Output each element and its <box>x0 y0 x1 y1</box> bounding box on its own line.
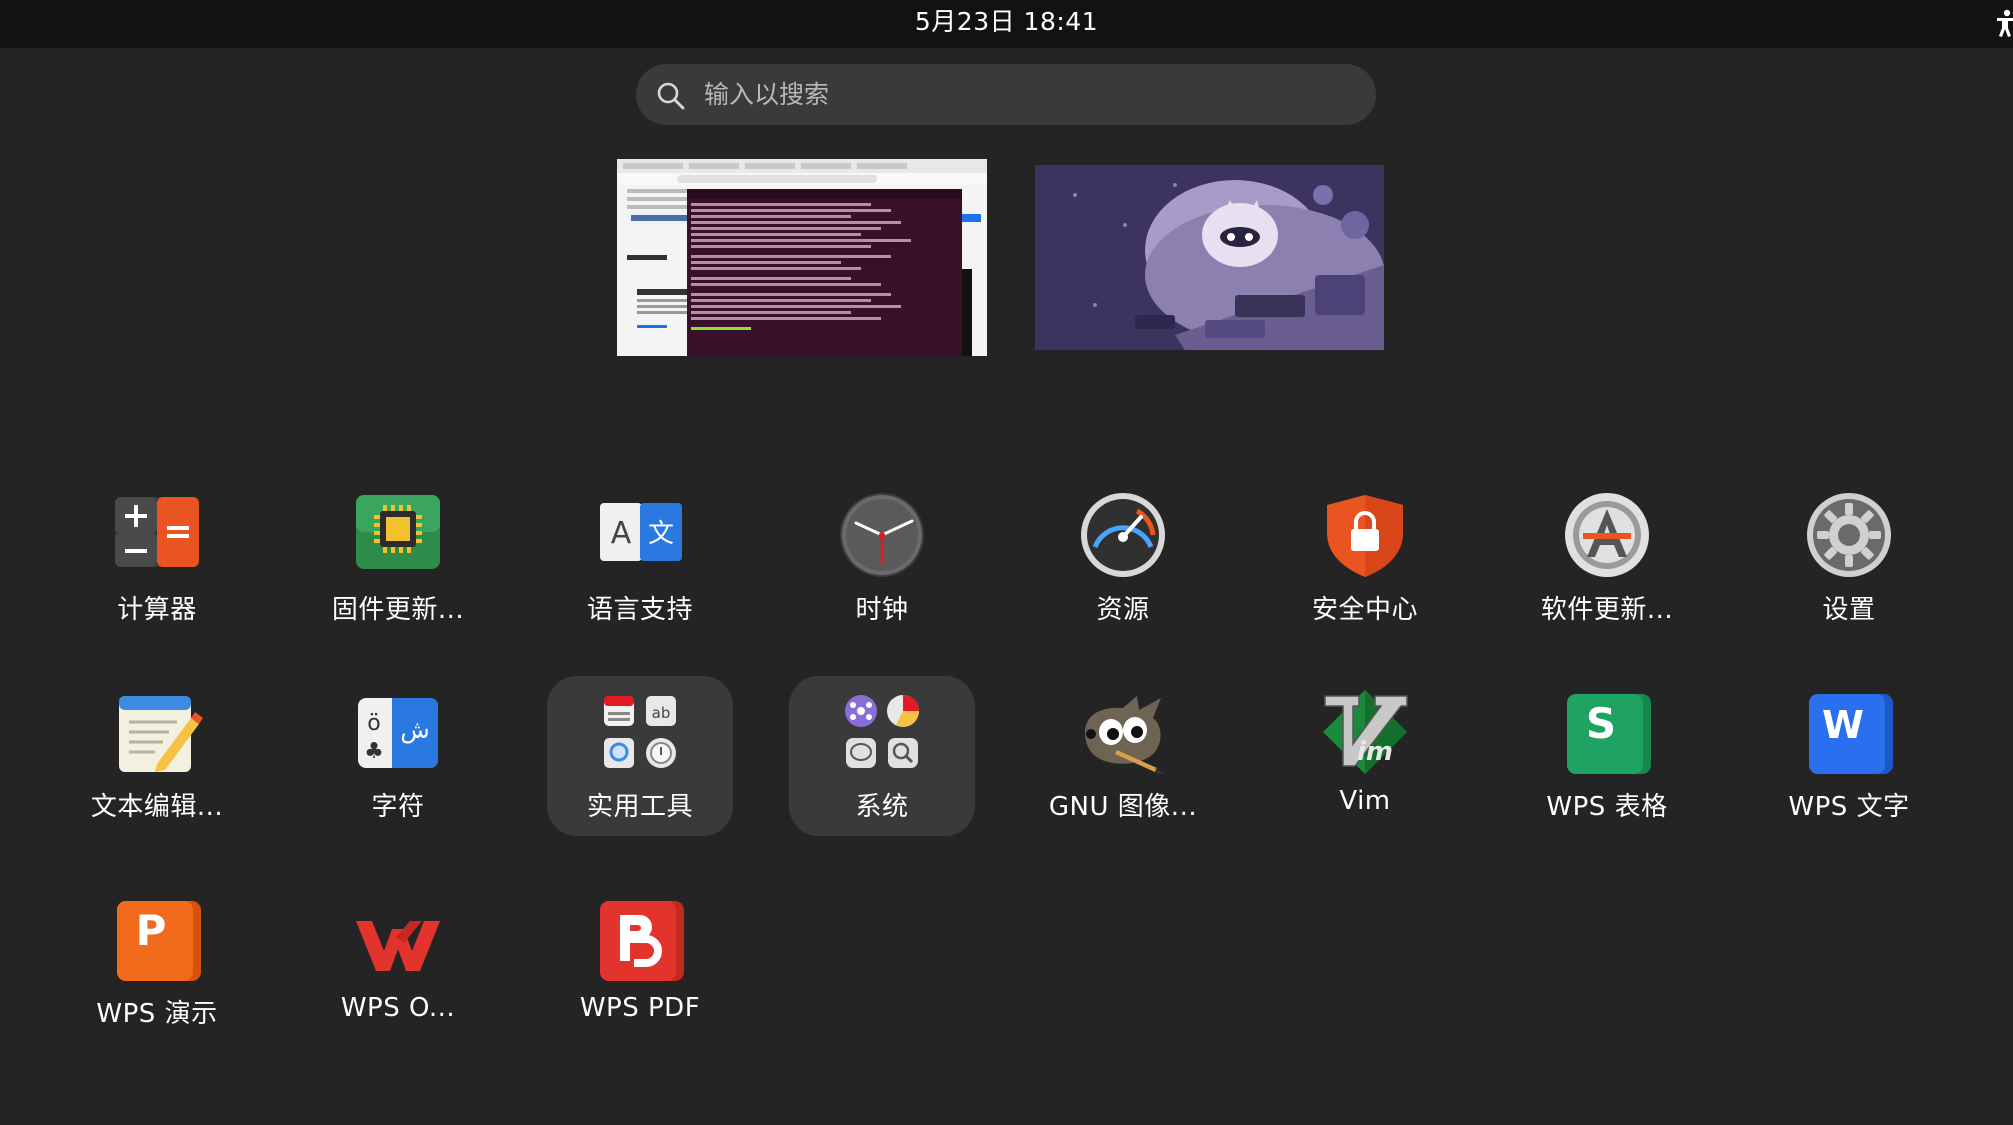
top-bar: 5月23日 18:41 <box>0 0 2013 48</box>
language-icon: A 文 <box>594 491 686 583</box>
app-label: 软件更新... <box>1540 595 1674 625</box>
app-label: 资源 <box>1096 595 1150 625</box>
app-label: 字符 <box>371 792 425 822</box>
folder-utilities[interactable]: ab 实用工具 <box>547 676 733 836</box>
svg-text:♣: ♣ <box>364 739 384 764</box>
app-wps-pdf[interactable]: WPS PDF <box>547 883 733 1043</box>
app-calculator[interactable]: 计算器 <box>64 479 250 639</box>
svg-text:P: P <box>136 906 167 955</box>
wps-office-icon <box>352 895 444 987</box>
folder-system[interactable]: 系统 <box>789 676 975 836</box>
app-wps-writer[interactable]: W WPS 文字 <box>1756 676 1942 836</box>
app-characters[interactable]: ö ♣ ش 字符 <box>305 676 491 836</box>
app-label: WPS O... <box>340 993 456 1023</box>
wps-pdf-icon <box>594 895 686 987</box>
clock-icon <box>836 491 928 583</box>
app-software-updater[interactable]: 软件更新... <box>1514 479 1700 639</box>
search-icon <box>656 81 686 111</box>
search-field[interactable]: 输入以搜索 <box>636 64 1376 125</box>
software-updater-icon <box>1561 491 1653 583</box>
date-time-clock[interactable]: 5月23日 18:41 <box>0 0 2013 44</box>
vim-icon: im <box>1319 688 1411 780</box>
shield-lock-icon <box>1319 491 1411 583</box>
wps-sheets-icon: S <box>1561 688 1653 780</box>
app-label: 系统 <box>855 792 909 822</box>
svg-text:文: 文 <box>648 519 674 549</box>
calculator-icon <box>111 491 203 583</box>
app-label: WPS 表格 <box>1546 792 1668 822</box>
svg-text:im: im <box>1357 737 1393 767</box>
svg-text:S: S <box>1586 699 1616 748</box>
app-resources[interactable]: 资源 <box>1030 479 1216 639</box>
app-label: WPS 文字 <box>1788 792 1910 822</box>
app-security-center[interactable]: 安全中心 <box>1272 479 1458 639</box>
app-label: 语言支持 <box>586 595 693 625</box>
app-label: Vim <box>1339 786 1391 816</box>
svg-text:ش: ش <box>400 716 429 744</box>
text-editor-icon <box>111 688 203 780</box>
app-text-editor[interactable]: 文本编辑... <box>64 676 250 836</box>
app-label: 计算器 <box>117 595 197 625</box>
app-label: WPS 演示 <box>96 999 218 1029</box>
app-wps-office[interactable]: WPS O... <box>305 883 491 1043</box>
wps-presentation-icon: P <box>111 895 203 987</box>
app-wps-presentation[interactable]: P WPS 演示 <box>64 883 250 1043</box>
gimp-wilber-icon <box>1077 688 1169 780</box>
app-firmware[interactable]: 固件更新... <box>305 479 491 639</box>
wps-writer-icon: W <box>1803 688 1895 780</box>
app-label: 时钟 <box>855 595 909 625</box>
app-label: GNU 图像... <box>1048 792 1198 822</box>
app-clock[interactable]: 时钟 <box>789 479 975 639</box>
svg-text:ö: ö <box>367 711 380 736</box>
app-vim[interactable]: im Vim <box>1272 676 1458 836</box>
app-settings[interactable]: 设置 <box>1756 479 1942 639</box>
svg-text:W: W <box>1822 703 1864 747</box>
svg-text:A: A <box>611 516 632 551</box>
gear-icon <box>1803 491 1895 583</box>
gauge-icon <box>1077 491 1169 583</box>
app-language-support[interactable]: A 文 语言支持 <box>547 479 733 639</box>
system-folder-icon <box>836 688 928 780</box>
app-wps-sheets[interactable]: S WPS 表格 <box>1514 676 1700 836</box>
app-label: WPS PDF <box>579 993 701 1023</box>
accessibility-icon[interactable] <box>1993 8 2013 38</box>
characters-icon: ö ♣ ش <box>352 688 444 780</box>
utilities-folder-icon: ab <box>594 688 686 780</box>
app-label: 安全中心 <box>1311 595 1418 625</box>
svg-text:ab: ab <box>652 704 671 722</box>
workspace-thumbnail-1[interactable]: v1.121 <box>617 159 987 356</box>
search-placeholder: 输入以搜索 <box>704 80 830 109</box>
app-gimp[interactable]: GNU 图像... <box>1030 676 1216 836</box>
app-label: 设置 <box>1822 595 1876 625</box>
app-label: 文本编辑... <box>90 792 224 822</box>
workspace-thumbnail-2[interactable] <box>1035 165 1384 350</box>
app-label: 实用工具 <box>586 792 693 822</box>
firmware-chip-icon <box>352 491 444 583</box>
app-label: 固件更新... <box>331 595 465 625</box>
